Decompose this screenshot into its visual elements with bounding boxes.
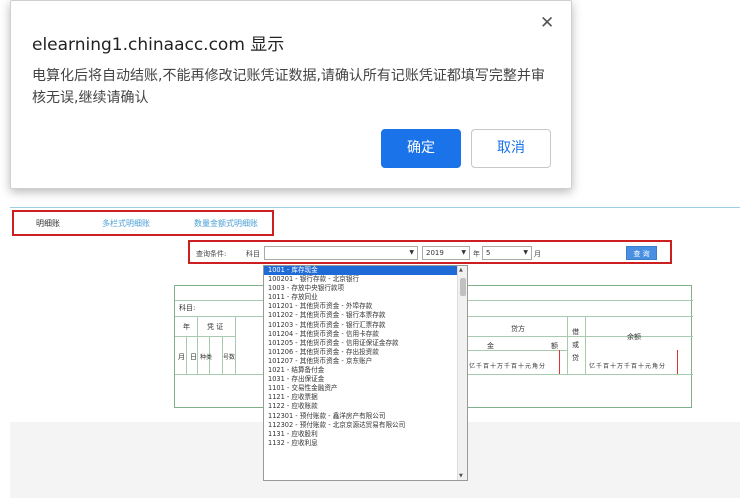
dropdown-item[interactable]: 101205 - 其他货币资金 - 信用证保证金存款 bbox=[264, 339, 467, 348]
subject-label: 科目 bbox=[246, 250, 260, 258]
direction-label: 借或贷 bbox=[572, 328, 579, 362]
dropdown-item[interactable]: 101204 - 其他货币资金 - 信用卡存款 bbox=[264, 330, 467, 339]
amount-label-2: 额 bbox=[551, 342, 558, 350]
subject-select[interactable]: ▼ bbox=[264, 246, 418, 260]
table-rule bbox=[585, 316, 586, 374]
dropdown-item[interactable]: 101206 - 其他货币资金 - 存出投资款 bbox=[264, 348, 467, 357]
dialog-message: 电算化后将自动结账,不能再修改记账凭证数据,请确认所有记账凭证都填写完整并审核无… bbox=[32, 68, 545, 106]
confirm-button[interactable]: 确定 bbox=[381, 129, 461, 168]
amount-label: 金 bbox=[487, 342, 494, 350]
year-value: 2019 bbox=[426, 249, 444, 257]
close-icon[interactable]: ✕ bbox=[540, 15, 554, 32]
subject-dropdown-list[interactable]: 1001 - 库存现金 100201 - 银行存款 - 北京银行 1003 - 存放… bbox=[263, 265, 468, 481]
dropdown-item[interactable]: 101207 - 其他货币资金 - 京东账户 bbox=[264, 357, 467, 366]
dropdown-item[interactable]: 1131 - 应收股利 bbox=[264, 430, 467, 439]
table-rule bbox=[186, 336, 187, 374]
number-column: 号数 bbox=[223, 354, 236, 361]
table-rule bbox=[235, 316, 236, 374]
alert-dialog: elearning1.chinaacc.com 显示 ✕ 电算化后将自动结账,不… bbox=[10, 0, 572, 189]
year-label: 年 bbox=[473, 250, 480, 258]
scrollbar-thumb[interactable] bbox=[460, 278, 466, 296]
dropdown-item[interactable]: 101202 - 其他货币资金 - 银行本票存款 bbox=[264, 311, 467, 320]
day-column: 日 bbox=[190, 353, 197, 361]
ledger-subject-label: 科目: bbox=[179, 304, 196, 312]
credit-digit-units: 亿千百十万千百十元角分 bbox=[469, 363, 547, 370]
dropdown-item[interactable]: 1021 - 结算备付金 bbox=[264, 366, 467, 375]
tab-quantity-amount-ledger[interactable]: 数量金额式明细账 bbox=[194, 218, 258, 229]
dropdown-scrollbar[interactable]: ▲ ▼ bbox=[457, 266, 467, 480]
month-label: 月 bbox=[534, 250, 541, 258]
dropdown-item[interactable]: 100201 - 银行存款 - 北京银行 bbox=[264, 275, 467, 284]
tab-detail-ledger[interactable]: 明细账 bbox=[36, 218, 60, 229]
dropdown-item[interactable]: 1011 - 存放同业 bbox=[264, 293, 467, 302]
search-button[interactable]: 查 询 bbox=[626, 246, 657, 260]
table-rule bbox=[197, 316, 198, 374]
balance-label: 余额 bbox=[627, 333, 641, 341]
type-column: 种类 bbox=[200, 354, 213, 361]
table-rule bbox=[567, 316, 568, 374]
voucher-header: 凭 证 bbox=[207, 323, 224, 331]
month-column: 月 bbox=[178, 353, 185, 361]
month-value: 5 bbox=[486, 249, 491, 257]
dialog-title: elearning1.chinaacc.com 显示 bbox=[32, 35, 285, 55]
dropdown-item[interactable]: 1003 - 存放中央银行款项 bbox=[264, 284, 467, 293]
chevron-down-icon: ▼ bbox=[523, 249, 528, 256]
year-header: 年 bbox=[183, 323, 190, 331]
month-select[interactable]: 5 ▼ bbox=[482, 246, 532, 260]
table-rule bbox=[467, 336, 693, 337]
dropdown-item[interactable]: 1101 - 交易性金融资产 bbox=[264, 384, 467, 393]
credit-header: 贷方 bbox=[511, 325, 525, 333]
chevron-down-icon: ▼ bbox=[409, 249, 414, 256]
dropdown-item[interactable]: 1132 - 应收利息 bbox=[264, 439, 467, 448]
cancel-button[interactable]: 取消 bbox=[471, 129, 551, 168]
scroll-down-icon[interactable]: ▼ bbox=[459, 473, 463, 479]
balance-digit-units: 亿千百十万千百十元角分 bbox=[589, 363, 667, 370]
dropdown-item[interactable]: 1121 - 应收票据 bbox=[264, 393, 467, 402]
year-select[interactable]: 2019 ▼ bbox=[422, 246, 470, 260]
query-condition-label: 查询条件: bbox=[196, 250, 227, 258]
dropdown-items: 1001 - 库存现金 100201 - 银行存款 - 北京银行 1003 - 存放… bbox=[264, 266, 467, 448]
query-bar: 查询条件: 科目 ▼ 2019 ▼ 年 5 ▼ 月 查 询 bbox=[188, 240, 672, 264]
dropdown-item[interactable]: 112301 - 预付账款 - 鑫洋房产有限公司 bbox=[264, 412, 467, 421]
chevron-down-icon: ▼ bbox=[461, 249, 466, 256]
top-divider bbox=[10, 207, 740, 208]
dropdown-item[interactable]: 101201 - 其他货币资金 - 外埠存款 bbox=[264, 302, 467, 311]
dropdown-item[interactable]: 1001 - 库存现金 bbox=[264, 266, 467, 276]
decimal-separator-line bbox=[559, 350, 560, 374]
tab-multi-column-ledger[interactable]: 多栏式明细账 bbox=[102, 218, 150, 229]
table-rule bbox=[175, 336, 235, 337]
dropdown-item[interactable]: 112302 - 预付账款 - 北京京源达贸易有限公司 bbox=[264, 421, 467, 430]
dropdown-item[interactable]: 1122 - 应收账款 bbox=[264, 402, 467, 411]
decimal-separator-line bbox=[677, 350, 678, 374]
scroll-up-icon[interactable]: ▲ bbox=[459, 267, 463, 273]
ledger-tabs: 明细账 多栏式明细账 数量金额式明细账 bbox=[12, 210, 274, 236]
dropdown-item[interactable]: 1031 - 存出保证金 bbox=[264, 375, 467, 384]
dropdown-item[interactable]: 101203 - 其他货币资金 - 银行汇票存款 bbox=[264, 321, 467, 330]
